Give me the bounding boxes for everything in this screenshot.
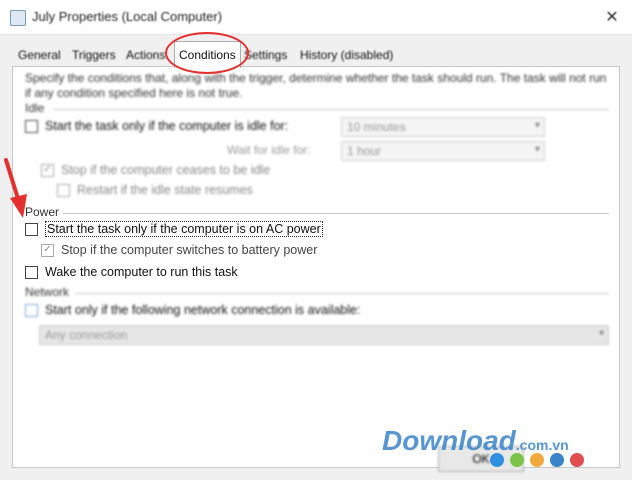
watermark-dot — [490, 453, 504, 467]
restart-if-resumes-option[interactable]: Restart if the idle state resumes — [57, 183, 253, 197]
watermark-domain: .com.vn — [515, 437, 569, 453]
conditions-description: Specify the conditions that, along with … — [25, 71, 607, 100]
start-if-idle-label: Start the task only if the computer is i… — [45, 119, 289, 133]
network-connection-select[interactable]: Any connection ▾ — [39, 325, 609, 345]
restart-if-resumes-checkbox[interactable] — [57, 183, 70, 197]
idle-duration-select[interactable]: 10 minutes ▾ — [341, 117, 545, 137]
start-if-idle-checkbox[interactable] — [25, 119, 38, 133]
chevron-down-icon: ▾ — [534, 120, 540, 131]
stop-on-battery-label: Stop if the computer switches to battery… — [61, 243, 318, 257]
network-section-label: Network — [25, 285, 70, 299]
power-divider — [63, 213, 609, 214]
wake-to-run-label: Wake the computer to run this task — [45, 265, 238, 279]
wake-to-run-option[interactable]: Wake the computer to run this task — [25, 265, 238, 279]
tab-history[interactable]: History (disabled) — [296, 44, 397, 66]
tab-general[interactable]: General — [14, 44, 65, 66]
idle-divider — [53, 109, 609, 110]
window-title: July Properties (Local Computer) — [32, 9, 223, 24]
properties-dialog: July Properties (Local Computer) ✕ Gener… — [0, 0, 632, 480]
wake-to-run-checkbox[interactable] — [25, 265, 38, 279]
tab-actions[interactable]: Actions — [122, 44, 169, 66]
tab-settings[interactable]: Settings — [240, 44, 291, 66]
stop-if-ceases-label: Stop if the computer ceases to be idle — [61, 163, 271, 177]
watermark-dot — [570, 453, 584, 467]
title-bar: July Properties (Local Computer) ✕ — [0, 0, 632, 35]
stop-if-ceases-checkbox[interactable]: ✓ — [41, 163, 54, 177]
stop-on-battery-checkbox[interactable]: ✓ — [41, 243, 54, 257]
network-connection-value: Any connection — [45, 328, 128, 342]
wait-for-idle-label: Wait for idle for: — [227, 143, 311, 157]
network-divider — [75, 293, 609, 294]
close-icon[interactable]: ✕ — [592, 0, 632, 34]
start-on-ac-option[interactable]: Start the task only if the computer is o… — [25, 221, 323, 237]
checkmark-icon: ✓ — [43, 244, 52, 255]
chevron-down-icon: ▾ — [534, 144, 540, 155]
stop-on-battery-option[interactable]: ✓ Stop if the computer switches to batte… — [41, 243, 317, 257]
wait-for-idle-value: 1 hour — [347, 144, 382, 158]
stop-if-ceases-option[interactable]: ✓ Stop if the computer ceases to be idle — [41, 163, 270, 177]
idle-duration-value: 10 minutes — [347, 120, 406, 134]
task-scheduler-icon — [10, 10, 26, 26]
restart-if-resumes-label: Restart if the idle state resumes — [77, 183, 253, 197]
conditions-panel: Specify the conditions that, along with … — [12, 66, 620, 468]
tab-conditions[interactable]: Conditions — [174, 41, 241, 68]
tab-triggers[interactable]: Triggers — [68, 44, 120, 66]
start-if-network-option[interactable]: Start only if the following network conn… — [25, 303, 360, 317]
red-arrow-annotation — [4, 158, 27, 218]
wait-for-idle-select[interactable]: 1 hour ▾ — [341, 141, 545, 161]
tab-strip: General Triggers Actions Conditions Sett… — [12, 41, 618, 68]
watermark-dot — [550, 453, 564, 467]
watermark-dot — [530, 453, 544, 467]
start-if-network-label: Start only if the following network conn… — [45, 303, 361, 317]
watermark-dots — [490, 453, 584, 467]
idle-section-label: Idle — [25, 101, 45, 115]
watermark-dot — [510, 453, 524, 467]
start-if-idle-option[interactable]: Start the task only if the computer is i… — [25, 119, 288, 133]
chevron-down-icon: ▾ — [598, 328, 604, 339]
start-if-network-checkbox[interactable] — [25, 303, 38, 317]
checkmark-icon: ✓ — [43, 164, 52, 175]
watermark-brand: Download — [382, 425, 516, 456]
start-on-ac-label: Start the task only if the computer is o… — [45, 221, 323, 237]
